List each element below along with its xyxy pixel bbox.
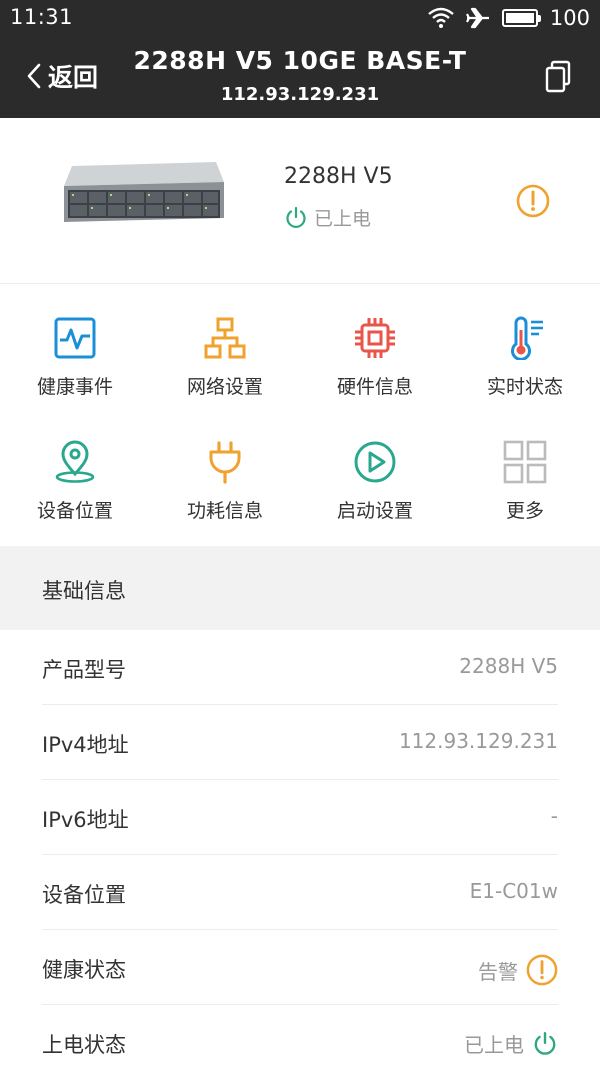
menu-network-settings-label: 网络设置 — [186, 376, 263, 398]
info-row-device-location: 设备位置 E1-C01w — [42, 855, 558, 930]
info-value: E1-C01w — [470, 879, 558, 903]
info-row-product-model: 产品型号 2288H V5 — [42, 630, 558, 705]
wifi-icon — [428, 7, 454, 28]
menu-boot-settings[interactable]: 启动设置 — [300, 414, 450, 532]
page-subtitle-ip: 112.93.129.231 — [220, 84, 380, 105]
info-key: 设备位置 — [42, 883, 126, 907]
warning-icon[interactable] — [516, 184, 550, 218]
info-key: IPv6地址 — [42, 808, 129, 832]
basic-info-section-header: 基础信息 — [0, 546, 600, 630]
menu-health-event[interactable]: 健康事件 — [0, 290, 150, 408]
power-icon — [286, 206, 306, 228]
info-key: 上电状态 — [42, 1033, 126, 1057]
battery-icon — [501, 9, 541, 27]
status-icons: 100 — [428, 5, 590, 31]
health-event-icon — [54, 317, 96, 359]
menu-device-location[interactable]: 设备位置 — [0, 414, 150, 532]
thermometer-icon — [511, 316, 543, 360]
section-title: 基础信息 — [42, 579, 126, 603]
info-key: 健康状态 — [42, 958, 126, 982]
info-row-health-status[interactable]: 健康状态 告警 — [42, 930, 558, 1005]
more-grid-icon — [503, 440, 547, 484]
info-row-ipv4: IPv4地址 112.93.129.231 — [42, 705, 558, 780]
info-value: 112.93.129.231 — [399, 729, 558, 753]
basic-info-list: 产品型号 2288H V5 IPv4地址 112.93.129.231 IPv6… — [0, 630, 600, 1067]
info-value-text: 告警 — [478, 959, 518, 984]
play-circle-icon — [354, 441, 396, 483]
info-row-ipv6: IPv6地址 - — [42, 780, 558, 855]
page-title: 2288H V5 10GE BASE-T — [133, 46, 467, 75]
hardware-chip-icon — [355, 318, 395, 358]
info-row-power-status: 上电状态 已上电 — [42, 1005, 558, 1067]
menu-hardware-info[interactable]: 硬件信息 — [300, 290, 450, 408]
menu-power-consumption-label: 功耗信息 — [186, 500, 263, 522]
menu-hardware-info-label: 硬件信息 — [336, 376, 413, 398]
info-value-text: - — [550, 804, 558, 828]
menu-health-event-label: 健康事件 — [36, 376, 113, 398]
info-value-text: 2288H V5 — [459, 654, 558, 678]
info-value-text: 112.93.129.231 — [398, 729, 558, 753]
info-value-text: E1-C01w — [469, 879, 558, 903]
battery-level: 100 — [549, 6, 590, 30]
info-key: IPv4地址 — [42, 733, 129, 757]
nav-header: 返回 2288H V5 10GE BASE-T 112.93.129.231 — [0, 36, 600, 118]
copy-icon[interactable] — [544, 60, 572, 94]
server-image — [64, 162, 224, 222]
network-settings-icon — [204, 317, 246, 359]
info-value: - — [551, 804, 558, 828]
back-button[interactable]: 返回 — [26, 58, 98, 94]
warning-icon — [526, 954, 558, 986]
airplane-icon — [465, 7, 489, 29]
power-status-label: 已上电 — [314, 208, 372, 230]
menu-network-settings[interactable]: 网络设置 — [150, 290, 300, 408]
menu-more[interactable]: 更多 — [450, 414, 600, 532]
info-key: 产品型号 — [42, 658, 126, 682]
device-model: 2288H V5 — [284, 164, 393, 189]
menu-realtime-status-label: 实时状态 — [486, 376, 563, 398]
menu-boot-settings-label: 启动设置 — [336, 500, 413, 522]
device-power-status: 已上电 — [284, 204, 371, 231]
power-plug-icon — [209, 441, 241, 484]
info-value: 2288H V5 — [459, 654, 558, 678]
back-label: 返回 — [48, 63, 99, 92]
power-icon — [534, 1031, 556, 1055]
device-summary: 2288H V5 已上电 — [0, 118, 600, 284]
menu-power-consumption[interactable]: 功耗信息 — [150, 414, 300, 532]
function-grid: 健康事件 网络设置 硬件信息 实时状态 设备位置 功耗信息 启动设置 更多 — [0, 290, 600, 546]
info-value: 告警 — [478, 954, 558, 986]
status-time: 11:31 — [10, 5, 74, 29]
menu-more-label: 更多 — [505, 500, 544, 522]
location-pin-icon — [55, 440, 95, 483]
status-bar: 11:31 100 — [0, 0, 600, 36]
menu-device-location-label: 设备位置 — [36, 500, 113, 522]
info-value-text: 已上电 — [464, 1033, 524, 1057]
chevron-left-icon — [27, 63, 41, 89]
info-value: 已上电 — [464, 1029, 558, 1058]
menu-realtime-status[interactable]: 实时状态 — [450, 290, 600, 408]
